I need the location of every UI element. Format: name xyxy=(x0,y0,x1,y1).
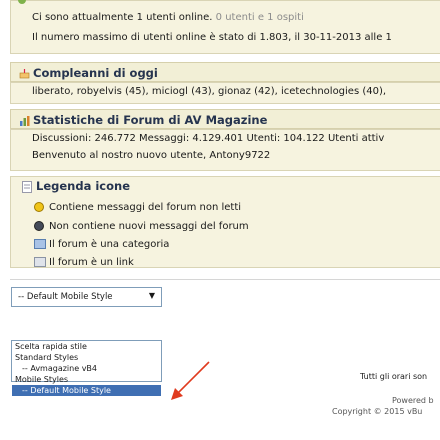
legend-item-label: Il forum è un link xyxy=(49,257,134,268)
legend-icon xyxy=(22,180,32,193)
max-users-line: Il numero massimo di utenti online è sta… xyxy=(32,32,392,43)
legend-title: Legenda icone xyxy=(36,179,130,193)
powered-by[interactable]: Powered b xyxy=(392,396,434,405)
birthdays-list[interactable]: liberato, robyelvis (45), miciogl (43), … xyxy=(32,86,386,97)
legend-item-label: Il forum è una categoria xyxy=(49,239,170,250)
stats-title: Statistiche di Forum di AV Magazine xyxy=(33,113,268,127)
birthday-icon xyxy=(19,68,30,79)
link-icon xyxy=(34,257,46,267)
style-option: Mobile Styles xyxy=(15,375,69,384)
timezone-note: Tutti gli orari son xyxy=(360,372,428,381)
legend-item-label: Non contiene nuovi messaggi del forum xyxy=(49,221,249,232)
birthdays-header: Compleanni di oggi xyxy=(10,62,440,82)
welcome-line: Benvenuto al nostro nuovo utente, Antony… xyxy=(32,150,271,161)
copyright: Copyright © 2015 vBu xyxy=(332,407,423,416)
category-icon xyxy=(34,239,46,249)
no-new-posts-icon xyxy=(34,221,44,231)
stats-icon xyxy=(19,115,30,126)
stats-header: Statistiche di Forum di AV Magazine xyxy=(10,109,440,129)
online-text-a: Ci sono attualmente xyxy=(32,12,134,23)
online-count-link[interactable]: 1 utenti online. xyxy=(137,12,213,23)
stats-line: Discussioni: 246.772 Messaggi: 4.129.401… xyxy=(32,133,385,144)
new-posts-icon xyxy=(34,202,44,212)
style-chooser-select[interactable]: -- Default Mobile Style ▼ xyxy=(11,287,162,307)
footer-divider xyxy=(10,279,440,280)
legend-item-label: Contiene messaggi del forum non letti xyxy=(49,202,242,213)
online-users-box xyxy=(10,0,440,54)
legend-item: Il forum è una categoria xyxy=(34,239,169,250)
online-breakdown: 0 utenti e 1 ospiti xyxy=(215,12,304,23)
style-options-list[interactable]: Scelta rapida stile Standard Styles -- A… xyxy=(11,340,162,396)
annotation-arrow xyxy=(171,361,210,400)
style-option[interactable]: -- Avmagazine vB4 xyxy=(12,363,161,374)
chevron-down-icon[interactable]: ▼ xyxy=(149,291,155,300)
legend-header: Legenda icone xyxy=(22,179,130,193)
style-chooser-value: -- Default Mobile Style xyxy=(18,292,113,302)
style-option: Standard Styles xyxy=(15,353,79,362)
style-option-selected[interactable]: -- Default Mobile Style xyxy=(12,385,161,396)
legend-item: Contiene messaggi del forum non letti xyxy=(34,202,241,213)
birthdays-title: Compleanni di oggi xyxy=(33,66,158,80)
style-option[interactable]: Scelta rapida stile xyxy=(12,341,161,352)
legend-item: Il forum è un link xyxy=(34,257,134,268)
legend-item: Non contiene nuovi messaggi del forum xyxy=(34,221,249,232)
online-users-line: Ci sono attualmente 1 utenti online. 0 u… xyxy=(32,12,304,23)
